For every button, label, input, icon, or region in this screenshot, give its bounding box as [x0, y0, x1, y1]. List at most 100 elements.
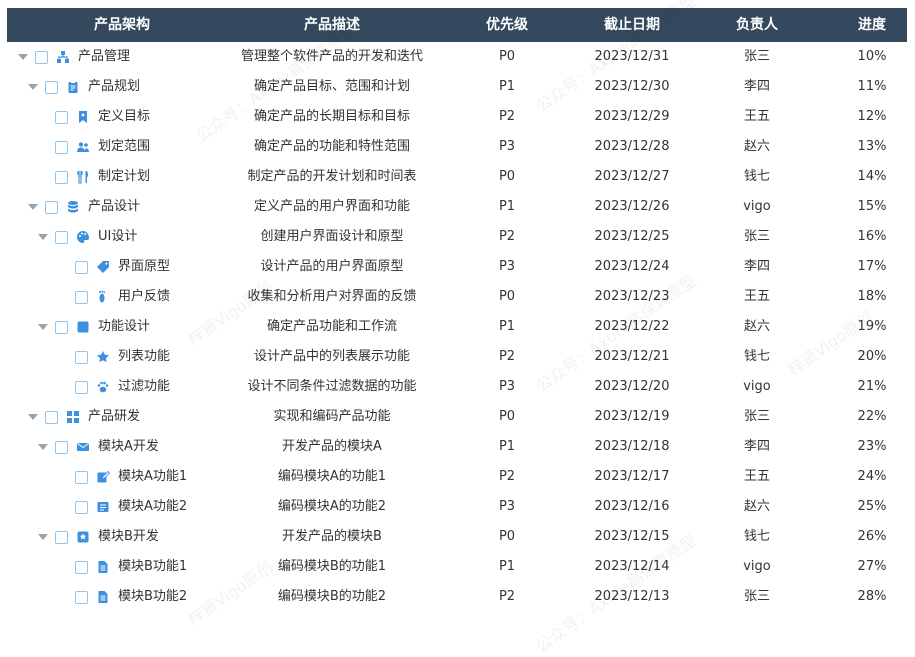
cell-deadline: 2023/12/29: [594, 109, 670, 124]
expand-toggle-icon[interactable]: [37, 222, 49, 252]
row-checkbox[interactable]: [55, 140, 68, 154]
cell-desc: 确定产品目标、范围和计划: [253, 79, 410, 94]
row-label: 模块A功能2: [118, 499, 188, 514]
header-progress: 进度: [858, 17, 886, 33]
cell-priority: P1: [498, 79, 516, 94]
row-label: UI设计: [98, 229, 138, 244]
toggle-spacer: [57, 492, 69, 522]
cell-deadline: 2023/12/15: [594, 529, 670, 544]
cell-deadline: 2023/12/14: [594, 559, 670, 574]
table-row[interactable]: 模块A功能2 编码模块A的功能2 P3 2023/12/16 赵六 25%: [7, 492, 907, 522]
cell-name: 模块B开发: [7, 522, 237, 552]
cell-name: 模块B功能2: [7, 582, 237, 612]
star-box-icon: [76, 530, 90, 544]
row-checkbox[interactable]: [75, 590, 88, 604]
cell-owner: 钱七: [743, 529, 770, 544]
row-checkbox[interactable]: [75, 350, 88, 364]
expand-toggle-icon[interactable]: [37, 432, 49, 462]
expand-toggle-icon[interactable]: [27, 72, 39, 102]
table-row[interactable]: 产品规划 确定产品目标、范围和计划 P1 2023/12/30 李四 11%: [7, 72, 907, 102]
table-row[interactable]: 功能设计 确定产品功能和工作流 P1 2023/12/22 赵六 19%: [7, 312, 907, 342]
table-row[interactable]: 过滤功能 设计不同条件过滤数据的功能 P3 2023/12/20 vigo 21%: [7, 372, 907, 402]
table-row[interactable]: 模块B开发 开发产品的模块B P0 2023/12/15 钱七 26%: [7, 522, 907, 552]
cell-priority: P0: [498, 529, 516, 544]
cell-progress: 10%: [857, 49, 887, 64]
expand-toggle-icon[interactable]: [37, 522, 49, 552]
cell-name: 制定计划: [7, 162, 237, 192]
toggle-spacer: [57, 282, 69, 312]
table-row[interactable]: 用户反馈 收集和分析用户对界面的反馈 P0 2023/12/23 王五 18%: [7, 282, 907, 312]
square-icon: [76, 320, 90, 334]
row-checkbox[interactable]: [75, 470, 88, 484]
row-checkbox[interactable]: [35, 50, 48, 64]
cell-name: 产品管理: [7, 42, 237, 72]
cell-deadline: 2023/12/25: [594, 229, 670, 244]
row-checkbox[interactable]: [45, 80, 58, 94]
row-checkbox[interactable]: [55, 440, 68, 454]
row-checkbox[interactable]: [45, 200, 58, 214]
expand-toggle-icon[interactable]: [17, 42, 29, 72]
toggle-spacer: [37, 132, 49, 162]
cell-owner: 钱七: [743, 169, 770, 184]
row-checkbox[interactable]: [75, 500, 88, 514]
row-checkbox[interactable]: [75, 290, 88, 304]
cell-deadline: 2023/12/30: [594, 79, 670, 94]
row-checkbox[interactable]: [55, 230, 68, 244]
row-checkbox[interactable]: [55, 110, 68, 124]
star-icon: [96, 350, 110, 364]
cell-progress: 20%: [857, 349, 887, 364]
cell-priority: P3: [498, 499, 516, 514]
cell-deadline: 2023/12/24: [594, 259, 670, 274]
expand-toggle-icon[interactable]: [37, 312, 49, 342]
users-icon: [76, 140, 90, 154]
row-checkbox[interactable]: [55, 320, 68, 334]
table-row[interactable]: 制定计划 制定产品的开发计划和时间表 P0 2023/12/27 钱七 14%: [7, 162, 907, 192]
row-checkbox[interactable]: [75, 560, 88, 574]
row-checkbox[interactable]: [55, 530, 68, 544]
table-row[interactable]: 产品研发 实现和编码产品功能 P0 2023/12/19 张三 22%: [7, 402, 907, 432]
toggle-spacer: [57, 372, 69, 402]
expand-toggle-icon[interactable]: [27, 402, 39, 432]
row-label: 功能设计: [98, 319, 151, 334]
form-icon: [96, 500, 110, 514]
table-row[interactable]: 产品设计 定义产品的用户界面和功能 P1 2023/12/26 vigo 15%: [7, 192, 907, 222]
table-row[interactable]: 模块A功能1 编码模块A的功能1 P2 2023/12/17 王五 24%: [7, 462, 907, 492]
cell-progress: 23%: [857, 439, 887, 454]
footprint-icon: [96, 290, 110, 304]
cell-deadline: 2023/12/18: [594, 439, 670, 454]
table-row[interactable]: UI设计 创建用户界面设计和原型 P2 2023/12/25 张三 16%: [7, 222, 907, 252]
cell-name: 过滤功能: [7, 372, 237, 402]
bookmark-icon: [76, 110, 90, 124]
expand-toggle-icon[interactable]: [27, 192, 39, 222]
row-checkbox[interactable]: [75, 260, 88, 274]
cell-priority: P0: [498, 49, 516, 64]
row-checkbox[interactable]: [55, 170, 68, 184]
cell-desc: 设计不同条件过滤数据的功能: [247, 379, 417, 394]
row-checkbox[interactable]: [75, 380, 88, 394]
doc-icon: [96, 560, 110, 574]
table-row[interactable]: 模块B功能2 编码模块B的功能2 P2 2023/12/13 张三 28%: [7, 582, 907, 612]
cell-deadline: 2023/12/16: [594, 499, 670, 514]
table-row[interactable]: 界面原型 设计产品的用户界面原型 P3 2023/12/24 李四 17%: [7, 252, 907, 282]
cell-owner: 赵六: [743, 319, 770, 334]
table-row[interactable]: 模块A开发 开发产品的模块A P1 2023/12/18 李四 23%: [7, 432, 907, 462]
table-row[interactable]: 列表功能 设计产品中的列表展示功能 P2 2023/12/21 钱七 20%: [7, 342, 907, 372]
cell-name: 模块B功能1: [7, 552, 237, 582]
row-checkbox[interactable]: [45, 410, 58, 424]
cell-progress: 15%: [857, 199, 887, 214]
table-row[interactable]: 划定范围 确定产品的功能和特性范围 P3 2023/12/28 赵六 13%: [7, 132, 907, 162]
table-row[interactable]: 定义目标 确定产品的长期目标和目标 P2 2023/12/29 王五 12%: [7, 102, 907, 132]
cell-deadline: 2023/12/20: [594, 379, 670, 394]
cell-priority: P0: [498, 409, 516, 424]
cell-priority: P3: [498, 259, 516, 274]
table-row[interactable]: 模块B功能1 编码模块B的功能1 P1 2023/12/14 vigo 27%: [7, 552, 907, 582]
cell-owner: 张三: [743, 589, 770, 604]
cell-deadline: 2023/12/28: [594, 139, 670, 154]
cell-name: 列表功能: [7, 342, 237, 372]
sitemap-icon: [56, 50, 70, 64]
table-row[interactable]: 产品管理 管理整个软件产品的开发和迭代 P0 2023/12/31 张三 10%: [7, 42, 907, 72]
cell-name: 定义目标: [7, 102, 237, 132]
row-label: 模块B功能2: [118, 589, 188, 604]
doc-icon: [96, 590, 110, 604]
cell-deadline: 2023/12/21: [594, 349, 670, 364]
